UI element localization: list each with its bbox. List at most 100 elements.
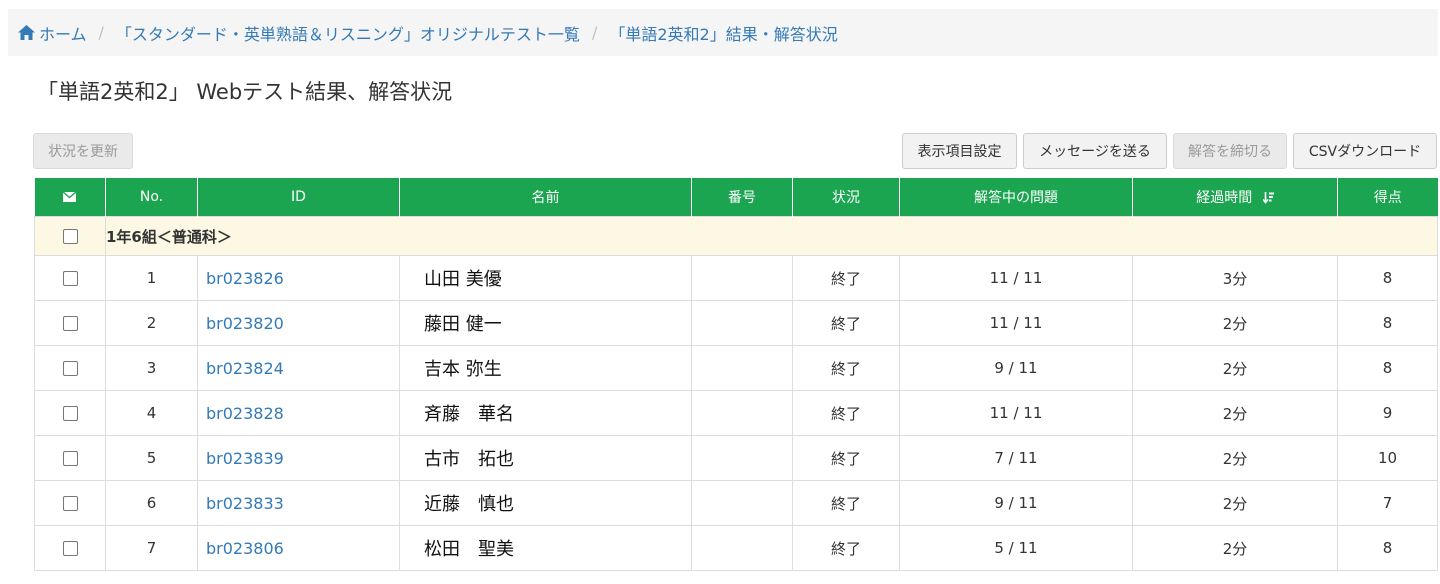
checkbox-cell: [34, 525, 106, 571]
table-row: 4 br023828 斉藤 華名 終了 11 / 11 2分 9: [34, 390, 1438, 436]
number-cell: [691, 345, 793, 391]
row-checkbox[interactable]: [62, 541, 78, 556]
id-link[interactable]: br023806: [197, 525, 400, 571]
elapsed-time-cell: 2分: [1132, 345, 1338, 391]
id-link[interactable]: br023839: [197, 435, 400, 481]
elapsed-time-cell: 3分: [1132, 255, 1338, 301]
no-cell: 1: [105, 255, 198, 301]
checkbox-cell: [34, 345, 106, 391]
header-status: 状況: [792, 178, 900, 217]
status-cell: 終了: [792, 300, 900, 346]
status-cell: 終了: [792, 435, 900, 481]
sort-desc-icon[interactable]: [1262, 192, 1274, 204]
breadcrumb: ホーム / 「スタンダード・英単熟語＆リスニング」オリジナルテスト一覧 / 「単…: [8, 9, 1438, 56]
score-cell: 10: [1337, 435, 1438, 481]
envelope-icon: [63, 192, 77, 202]
number-cell: [691, 255, 793, 301]
status-cell: 終了: [792, 390, 900, 436]
header-mail[interactable]: [34, 178, 106, 217]
question-cell: 9 / 11: [899, 480, 1133, 526]
elapsed-time-cell: 2分: [1132, 525, 1338, 571]
header-elapsed-time[interactable]: 経過時間: [1132, 178, 1338, 217]
elapsed-time-cell: 2分: [1132, 300, 1338, 346]
refresh-status-button[interactable]: 状況を更新: [33, 133, 133, 169]
score-cell: 7: [1337, 480, 1438, 526]
no-cell: 7: [105, 525, 198, 571]
breadcrumb-separator: /: [591, 23, 598, 42]
name-cell: 松田 聖美: [399, 525, 692, 571]
breadcrumb-current[interactable]: 「単語2英和2」結果・解答状況: [609, 21, 837, 45]
no-cell: 4: [105, 390, 198, 436]
id-link[interactable]: br023833: [197, 480, 400, 526]
status-cell: 終了: [792, 525, 900, 571]
question-cell: 5 / 11: [899, 525, 1133, 571]
checkbox-cell: [34, 390, 106, 436]
header-id: ID: [197, 178, 400, 217]
number-cell: [691, 480, 793, 526]
header-question: 解答中の問題: [899, 178, 1133, 217]
table-row: 2 br023820 藤田 健一 終了 11 / 11 2分 8: [34, 300, 1438, 346]
breadcrumb-home-label: ホーム: [39, 24, 87, 44]
header-score: 得点: [1337, 178, 1438, 217]
question-cell: 7 / 11: [899, 435, 1133, 481]
number-cell: [691, 435, 793, 481]
checkbox-cell: [34, 480, 106, 526]
header-name: 名前: [399, 178, 692, 217]
id-link[interactable]: br023820: [197, 300, 400, 346]
score-cell: 8: [1337, 300, 1438, 346]
group-checkbox-cell: [34, 216, 106, 256]
row-checkbox[interactable]: [62, 316, 78, 331]
breadcrumb-test-list[interactable]: 「スタンダード・英単熟語＆リスニング」オリジナルテスト一覧: [116, 21, 580, 45]
breadcrumb-home[interactable]: ホーム: [18, 21, 87, 45]
page-title: 「単語2英和2」 Webテスト結果、解答状況: [37, 80, 453, 104]
status-cell: 終了: [792, 345, 900, 391]
elapsed-time-cell: 2分: [1132, 480, 1338, 526]
header-no: No.: [105, 178, 198, 217]
group-checkbox[interactable]: [62, 229, 78, 244]
name-cell: 古市 拓也: [399, 435, 692, 481]
score-cell: 9: [1337, 390, 1438, 436]
question-cell: 9 / 11: [899, 345, 1133, 391]
elapsed-time-cell: 2分: [1132, 390, 1338, 436]
row-checkbox[interactable]: [62, 271, 78, 286]
score-cell: 8: [1337, 255, 1438, 301]
number-cell: [691, 390, 793, 436]
row-checkbox[interactable]: [62, 451, 78, 466]
row-checkbox[interactable]: [62, 496, 78, 511]
send-message-button[interactable]: メッセージを送る: [1023, 133, 1167, 169]
no-cell: 6: [105, 480, 198, 526]
number-cell: [691, 300, 793, 346]
row-checkbox[interactable]: [62, 361, 78, 376]
header-elapsed-time-label: 経過時間: [1196, 190, 1253, 206]
results-table: No. ID 名前 番号 状況 解答中の問題 経過時間 得点 1年6組＜普通科＞…: [34, 178, 1438, 571]
question-cell: 11 / 11: [899, 390, 1133, 436]
id-link[interactable]: br023828: [197, 390, 400, 436]
number-cell: [691, 525, 793, 571]
name-cell: 吉本 弥生: [399, 345, 692, 391]
no-cell: 3: [105, 345, 198, 391]
breadcrumb-separator: /: [98, 23, 104, 42]
group-label: 1年6組＜普通科＞: [105, 216, 1438, 256]
no-cell: 5: [105, 435, 198, 481]
home-icon: [18, 25, 35, 40]
close-answers-button[interactable]: 解答を締切る: [1173, 133, 1287, 169]
table-row: 6 br023833 近藤 慎也 終了 9 / 11 2分 7: [34, 480, 1438, 526]
status-cell: 終了: [792, 480, 900, 526]
checkbox-cell: [34, 255, 106, 301]
table-row: 5 br023839 古市 拓也 終了 7 / 11 2分 10: [34, 435, 1438, 481]
display-settings-button[interactable]: 表示項目設定: [902, 133, 1017, 169]
checkbox-cell: [34, 300, 106, 346]
status-cell: 終了: [792, 255, 900, 301]
group-row: 1年6組＜普通科＞: [34, 216, 1438, 256]
question-cell: 11 / 11: [899, 300, 1133, 346]
name-cell: 藤田 健一: [399, 300, 692, 346]
csv-download-button[interactable]: CSVダウンロード: [1293, 133, 1437, 169]
no-cell: 2: [105, 300, 198, 346]
row-checkbox[interactable]: [62, 406, 78, 421]
name-cell: 山田 美優: [399, 255, 692, 301]
id-link[interactable]: br023824: [197, 345, 400, 391]
table-row: 7 br023806 松田 聖美 終了 5 / 11 2分 8: [34, 525, 1438, 571]
checkbox-cell: [34, 435, 106, 481]
header-number: 番号: [691, 178, 793, 217]
id-link[interactable]: br023826: [197, 255, 400, 301]
